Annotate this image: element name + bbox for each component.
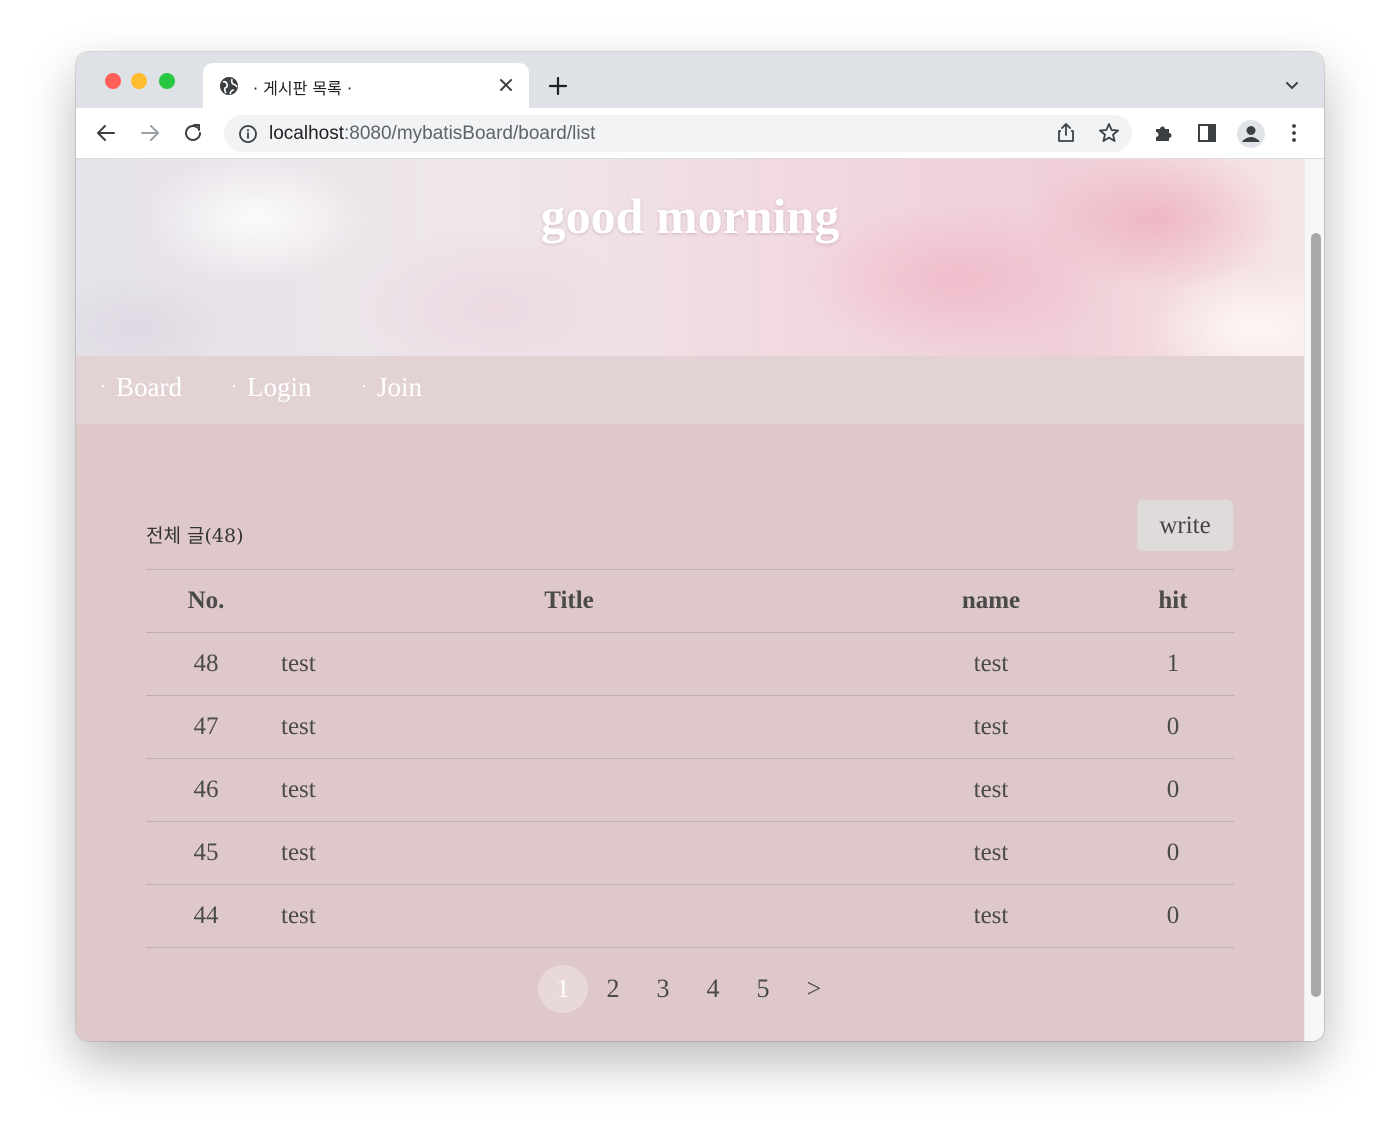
- close-window-button[interactable]: [105, 73, 121, 89]
- row-title-link[interactable]: test: [281, 885, 316, 947]
- close-icon[interactable]: [497, 76, 515, 94]
- tab-strip: · 게시판 목록 ·: [76, 52, 1324, 108]
- table-row: 46 test test 0: [146, 758, 1234, 821]
- browser-toolbar: localhost:8080/mybatisBoard/board/list: [76, 108, 1324, 159]
- globe-icon: [219, 76, 239, 96]
- row-no: 47: [193, 713, 219, 740]
- header-name: name: [961, 587, 1021, 614]
- puzzle-icon[interactable]: [1151, 121, 1175, 145]
- table-row: 44 test test 0: [146, 884, 1234, 948]
- plus-icon[interactable]: [548, 76, 568, 96]
- row-title-link[interactable]: test: [281, 822, 316, 884]
- row-hit: 1: [1166, 650, 1180, 677]
- nav-item-join[interactable]: · Join: [361, 372, 422, 403]
- row-name: test: [973, 776, 1009, 803]
- table-header: No. Title name hit: [146, 569, 1234, 632]
- hero-banner: good morning: [76, 159, 1304, 356]
- row-name: test: [973, 650, 1009, 677]
- row-title-link[interactable]: test: [281, 633, 316, 695]
- row-name: test: [973, 839, 1009, 866]
- page-content: good morning · Board · Login · Join 전체 글(48…: [76, 159, 1304, 1041]
- header-hit: hit: [1158, 587, 1188, 614]
- maximize-window-button[interactable]: [159, 73, 175, 89]
- next-page-link[interactable]: >: [789, 965, 839, 1013]
- row-name: test: [973, 902, 1009, 929]
- tab-title: · 게시판 목록 ·: [253, 79, 353, 98]
- kebab-menu-icon[interactable]: [1282, 121, 1306, 145]
- page-scrollbar[interactable]: [1304, 159, 1324, 1041]
- side-panel-icon[interactable]: [1195, 121, 1219, 145]
- write-button[interactable]: write: [1137, 500, 1233, 551]
- row-hit: 0: [1166, 839, 1180, 866]
- address-bar[interactable]: localhost:8080/mybatisBoard/board/list: [224, 115, 1132, 152]
- row-hit: 0: [1166, 713, 1180, 740]
- row-name: test: [973, 713, 1009, 740]
- back-arrow-icon[interactable]: [94, 121, 118, 145]
- url-text: localhost:8080/mybatisBoard/board/list: [269, 123, 596, 144]
- site-title: good morning: [540, 188, 840, 244]
- chevron-down-icon[interactable]: [1284, 78, 1300, 94]
- nav-item-board[interactable]: · Board: [100, 372, 182, 403]
- table-row: 48 test test 1: [146, 632, 1234, 695]
- header-no: No.: [187, 587, 225, 614]
- board-table: No. Title name hit 48 test test 1 47 tes…: [146, 569, 1234, 948]
- reload-icon[interactable]: [181, 121, 205, 145]
- profile-icon[interactable]: [1236, 119, 1266, 149]
- active-tab[interactable]: · 게시판 목록 ·: [203, 63, 529, 108]
- table-row: 45 test test 0: [146, 821, 1234, 884]
- table-row: 47 test test 0: [146, 695, 1234, 758]
- info-icon[interactable]: [238, 124, 258, 144]
- row-no: 46: [193, 776, 219, 803]
- page-4-link[interactable]: 4: [688, 965, 738, 1013]
- row-title-link[interactable]: test: [281, 759, 316, 821]
- share-icon[interactable]: [1054, 121, 1078, 145]
- scrollbar-thumb[interactable]: [1311, 233, 1321, 997]
- page-5-link[interactable]: 5: [738, 965, 788, 1013]
- star-icon[interactable]: [1097, 121, 1121, 145]
- forward-arrow-icon[interactable]: [138, 121, 162, 145]
- page-1-current[interactable]: 1: [538, 965, 588, 1013]
- main-nav: · Board · Login · Join: [76, 356, 1304, 424]
- row-no: 45: [193, 839, 219, 866]
- header-title: Title: [544, 587, 594, 614]
- row-no: 44: [193, 902, 219, 929]
- row-title-link[interactable]: test: [281, 696, 316, 758]
- row-hit: 0: [1166, 902, 1180, 929]
- page-3-link[interactable]: 3: [638, 965, 688, 1013]
- minimize-window-button[interactable]: [131, 73, 147, 89]
- nav-item-login[interactable]: · Login: [231, 372, 312, 403]
- row-hit: 0: [1166, 776, 1180, 803]
- row-no: 48: [193, 650, 219, 677]
- page-2-link[interactable]: 2: [588, 965, 638, 1013]
- browser-window: · 게시판 목록 · localhost:8080/mybatisBoard/b…: [76, 52, 1324, 1041]
- post-count: 전체 글(48): [146, 525, 244, 547]
